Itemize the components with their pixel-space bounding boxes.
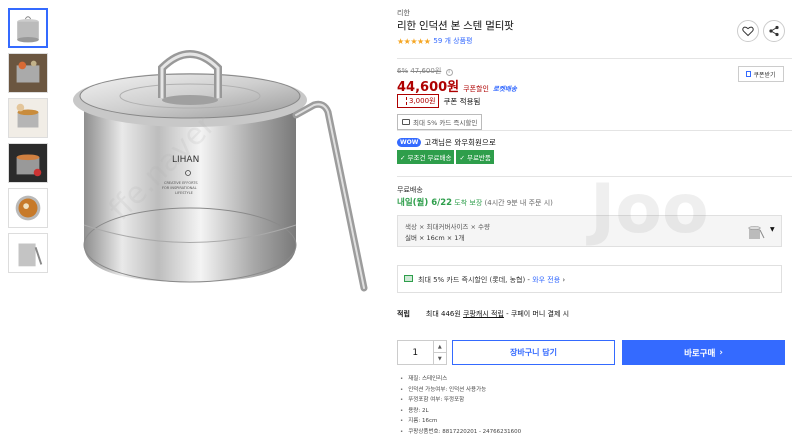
divider [397,58,792,59]
spec-list: 재질: 스테인리스 인덕션 가능여부: 인덕션 사용가능 뚜껑포함 여부: 뚜껑… [397,374,521,437]
discount-rate: 6% [397,67,409,75]
option-value: 실버 × 16cm × 1개 [405,234,465,242]
quantity-input[interactable]: 1 [398,341,434,364]
thumbnail-4[interactable] [8,143,48,183]
share-icon [769,25,779,37]
points-amount: 최대 446원 [425,310,461,318]
benefit-tags: ✓ 무조건 무료배송 ✓ 무료반품 [397,150,494,164]
points-row: 적립 최대 446원 쿠팡캐시 적립 - 쿠페이 머니 결제 시 [397,309,569,319]
card-icon [404,275,413,282]
buy-now-label: 바로구매 [684,348,716,359]
quantity-arrows: ▲ ▼ [433,341,446,364]
spec-item: 지름: 16cm [397,416,521,427]
shipping-label: 무료배송 [397,186,423,194]
price-row: 44,600원 쿠폰할인 로켓배송 [397,76,517,95]
chevron-down-icon[interactable]: ▼ [770,226,775,233]
coupon-download-button[interactable]: 쿠폰받기 [738,66,784,82]
wow-row: WOW 고객님은 와우회원으로 [397,137,496,148]
review-count-link[interactable]: 59 개 상품평 [433,36,472,46]
divider [397,130,792,131]
star-rating: ★★★★★ [397,36,431,46]
thumbnail-3[interactable] [8,98,48,138]
thumbnail-2[interactable] [8,53,48,93]
chevron-right-icon: › [719,347,723,358]
quantity-up-icon[interactable]: ▲ [433,341,446,353]
buy-now-button[interactable]: 바로구매 › [622,340,785,365]
thumbnail-list [8,8,50,278]
card-icon [402,119,410,125]
coupon-edge-icon [401,97,407,105]
coupon-download-icon [746,71,752,77]
product-title: 리한 인덕션 본 스텐 멀티팟 [397,20,514,32]
chevron-right-icon: › [562,276,566,284]
main-product-image: LIHAN CREATIVE EFFORTS FOR INSPIRATIONAL… [62,20,380,320]
brand-link[interactable]: 리한 [397,8,410,18]
coupon-row: 3,000원 쿠폰 적용됨 [397,94,480,108]
info-icon[interactable]: i [445,69,453,76]
free-return-tag: ✓ 무료반품 [456,150,494,164]
sale-price: 44,600원 [397,80,460,95]
spec-item: 쿠팡상품번호: 8817220201 - 24766231600 [397,427,521,438]
points-text: 최대 446원 쿠팡캐시 적립 - 쿠페이 머니 결제 시 [426,309,569,319]
spec-item: 뚜껑포함 여부: 뚜껑포함 [397,395,521,406]
thumbnail-1[interactable] [8,8,48,48]
rating-row[interactable]: ★★★★★ 59 개 상품평 [397,36,472,46]
spec-item: 용량: 2L [397,406,521,417]
original-price: 47,600원 [410,67,442,75]
quantity-down-icon[interactable]: ▼ [434,353,446,364]
pot-line2-text: FOR INSPIRATIONAL [162,186,197,190]
wow-text: 고객님은 와우회원으로 [424,138,496,147]
option-selector[interactable]: 색상 × 최대커버사이즈 × 수량 실버 × 16cm × 1개 ▼ [397,215,782,247]
original-price-row: 6% 47,600원 i [397,66,453,76]
pot-line3-text: LIFESTYLE [175,191,193,195]
points-suffix: - 쿠페이 머니 결제 시 [506,310,570,318]
delivery-date-row: 내일(월) 6/22 도착 보장 (4시간 9분 내 주문 시) [397,196,553,208]
points-label: 적립 [397,310,410,318]
points-link[interactable]: 쿠팡캐시 적립 [463,310,504,318]
coupon-download-label: 쿠폰받기 [753,71,776,79]
free-shipping-tag: ✓ 무조건 무료배송 [397,150,455,164]
coupon-amount: 3,000원 [409,97,436,105]
divider [397,176,792,177]
coupon-amount-badge: 3,000원 [397,94,440,108]
thumbnail-5[interactable] [8,188,48,228]
spec-item: 재질: 스테인리스 [397,374,521,385]
favorite-button[interactable] [737,20,759,42]
heart-icon [742,26,754,37]
share-button[interactable] [763,20,785,42]
pot-line1-text: CREATIVE EFFORTS [164,181,198,185]
card-discount-text: 최대 5% 카드 즉시할인 [413,119,478,127]
option-thumbnail [748,226,765,239]
pot-brand-text: LIHAN [172,155,199,165]
delivery-note: (4시간 9분 내 주문 시) [484,199,553,207]
delivery-guarantee: 도착 보장 [454,199,483,207]
card-promo-banner[interactable]: 최대 5% 카드 즉시할인 (롯데, 농협) - 와우 전용 › [397,265,782,293]
promo-text: 최대 5% 카드 즉시할인 (롯데, 농협) - 와우 전용 › [418,275,565,285]
card-discount-badge: 최대 5% 카드 즉시할인 [397,114,483,130]
spec-item: 인덕션 가능여부: 인덕션 사용가능 [397,385,521,396]
rocket-delivery-badge: 로켓배송 [492,85,517,93]
delivery-date: 내일(월) 6/22 [397,198,453,208]
coupon-applied-text: 쿠폰 적용됨 [443,96,481,106]
wow-badge: WOW [397,138,422,147]
thumbnail-6[interactable] [8,233,48,273]
quantity-stepper[interactable]: 1 ▲ ▼ [397,340,447,365]
promo-link[interactable]: 와우 전용 [532,276,560,284]
promo-text-main: 최대 5% 카드 즉시할인 (롯데, 농협) - [418,276,533,284]
add-to-cart-button[interactable]: 장바구니 담기 [452,340,615,365]
coupon-discount-label: 쿠폰할인 [463,85,489,93]
option-header: 색상 × 최대커버사이즈 × 수량 [405,223,490,231]
